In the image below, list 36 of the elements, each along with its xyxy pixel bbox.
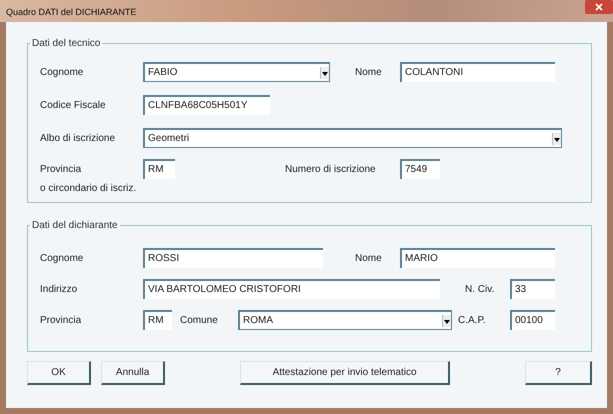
input-field[interactable]: 33 <box>510 279 555 299</box>
field-label: Provincia <box>40 163 82 177</box>
input-field[interactable]: MARIO <box>400 248 555 268</box>
field-label: o circondario di iscriz. <box>40 182 138 196</box>
input-field[interactable]: 00100 <box>510 310 555 330</box>
field-label: Provincia <box>40 314 82 328</box>
dialog-button[interactable]: Attestazione per invio telematico <box>240 361 450 385</box>
caret-icon <box>320 66 329 78</box>
field-label: Albo di iscrizione <box>40 132 116 146</box>
dropdown[interactable]: Geometri <box>143 128 562 148</box>
dropdown[interactable]: FABIO <box>143 62 330 82</box>
field-label: C.A.P. <box>458 314 487 328</box>
field-label: Nome <box>355 252 383 266</box>
field-label: Numero di iscrizione <box>285 163 377 177</box>
input-field[interactable]: CLNFBA68C05H501Y <box>143 95 270 115</box>
close-icon[interactable] <box>585 0 613 14</box>
field-label: Comune <box>180 314 219 328</box>
field-label: Indirizzo <box>40 283 78 297</box>
dialog-button[interactable]: OK <box>27 361 92 385</box>
dialog-button[interactable]: Annulla <box>101 361 166 385</box>
input-field[interactable]: COLANTONI <box>400 62 555 82</box>
caret-icon <box>442 314 451 326</box>
caret-icon <box>552 132 561 144</box>
window-title: Quadro DATI del DICHIARANTE <box>6 6 136 18</box>
input-field[interactable]: 7549 <box>400 159 440 179</box>
field-label: N. Civ. <box>465 283 496 297</box>
input-field[interactable]: RM <box>143 310 172 330</box>
input-field[interactable]: VIA BARTOLOMEO CRISTOFORI <box>143 279 440 299</box>
field-label: Nome <box>355 66 383 80</box>
input-field[interactable]: RM <box>143 159 175 179</box>
input-field[interactable]: ROSSI <box>143 248 323 268</box>
field-label: Cognome <box>40 66 84 80</box>
field-label: Codice Fiscale <box>40 99 107 113</box>
dropdown[interactable]: ROMA <box>238 310 452 330</box>
dialog-button[interactable]: ? <box>524 361 592 385</box>
field-label: Cognome <box>40 252 84 266</box>
